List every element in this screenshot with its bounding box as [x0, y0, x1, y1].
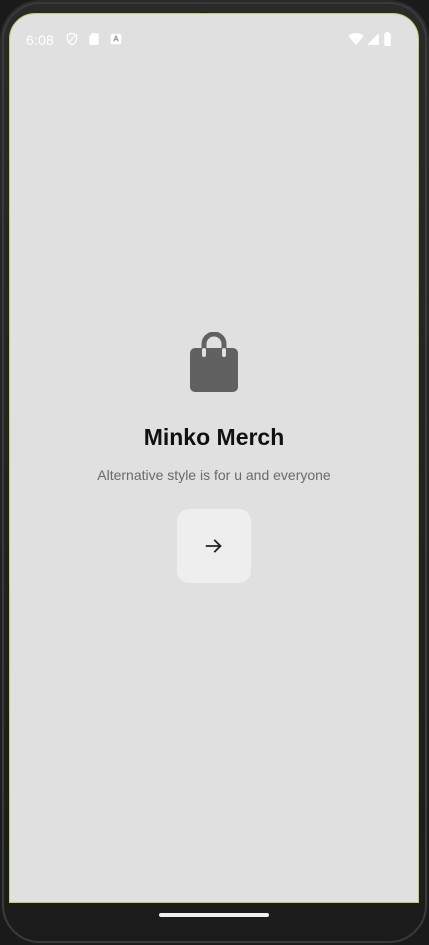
navigation-bar — [0, 903, 429, 945]
wifi-icon — [348, 32, 364, 46]
sim-card-icon — [87, 32, 101, 46]
app-title: Minko Merch — [143, 424, 285, 450]
cellular-signal-icon — [366, 32, 380, 46]
home-indicator[interactable] — [159, 913, 269, 917]
app-subtitle: Alternative style is for u and everyone — [97, 467, 331, 483]
next-button[interactable] — [177, 509, 251, 583]
battery-icon — [383, 32, 392, 46]
welcome-content: Minko Merch Alternative style is for u a… — [10, 332, 418, 583]
arrow-right-icon — [205, 539, 222, 553]
phone-frame: 6:08 Minko Merch Alternative style is fo… — [0, 0, 429, 945]
shield-icon — [65, 32, 79, 46]
status-time: 6:08 — [26, 32, 55, 48]
status-bar: 6:08 — [10, 14, 418, 66]
notification-icon — [109, 32, 123, 46]
app-screen: 6:08 Minko Merch Alternative style is fo… — [9, 13, 419, 903]
shopping-bag-icon — [190, 332, 238, 392]
